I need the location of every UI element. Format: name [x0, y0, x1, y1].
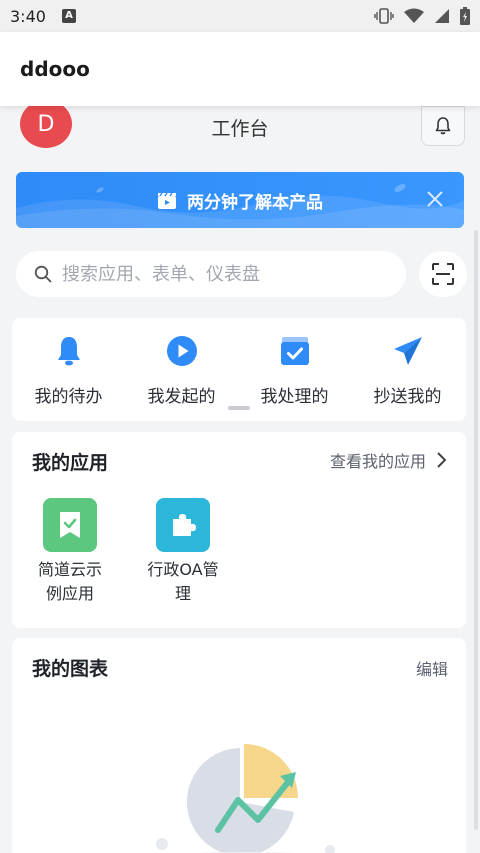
scan-icon — [432, 263, 454, 285]
workbench-topbar: D 工作台 — [0, 106, 480, 150]
app-header: ddooo — [0, 32, 480, 106]
quick-item-initiated[interactable]: 我发起的 — [125, 334, 238, 407]
bookmark-check-icon — [43, 498, 97, 552]
quick-item-label: 我的待办 — [34, 387, 103, 407]
app-tile-label: 行政OA管理 — [147, 560, 219, 603]
close-icon[interactable] — [424, 188, 446, 210]
app-tile-demo[interactable]: 简道云示 例应用 — [20, 498, 120, 606]
section-title: 我的图表 — [32, 658, 109, 680]
quick-item-label: 我处理的 — [260, 387, 329, 407]
search-bar[interactable] — [16, 251, 406, 297]
status-time: 3:40 — [10, 6, 46, 26]
page-indicator — [228, 406, 250, 410]
vibrate-icon — [374, 8, 394, 24]
view-my-apps-label: 查看我的应用 — [329, 452, 426, 471]
workbench-content[interactable]: D 工作台 两分钟了解本产品 搜索应用、表单、仪表盘 我的待办 我发起的 我处理… — [0, 106, 480, 853]
notification-a-icon: A — [61, 9, 76, 23]
puzzle-icon — [156, 498, 210, 552]
app-tile-oa[interactable]: 行政OA管理 — [133, 498, 233, 606]
scrollbar[interactable] — [474, 230, 478, 830]
app-tile-label: 简道云示 例应用 — [37, 560, 102, 603]
scan-button[interactable] — [419, 251, 467, 297]
app-title: ddooo — [20, 57, 90, 81]
paper-plane-icon — [393, 337, 422, 365]
status-bar: 3:40 A — [0, 0, 480, 32]
quick-item-label: 我发起的 — [147, 387, 216, 407]
play-circle-icon — [166, 336, 197, 366]
search-icon — [34, 265, 52, 283]
section-title: 我的应用 — [32, 452, 109, 474]
my-charts-card: 我的图表 编辑 — [12, 638, 466, 853]
view-my-apps-link[interactable]: 查看我的应用 — [330, 448, 448, 472]
search-input[interactable] — [62, 263, 382, 285]
signal-icon — [435, 9, 449, 23]
quick-item-label: 抄送我的 — [373, 387, 442, 407]
wifi-icon — [404, 8, 424, 23]
status-icons — [374, 7, 470, 25]
bell-icon — [57, 337, 80, 366]
quick-item-handled[interactable]: 我处理的 — [238, 334, 351, 407]
bell-outline-icon — [435, 117, 451, 135]
video-clapper-icon — [158, 192, 176, 209]
notification-button[interactable] — [421, 106, 465, 146]
calendar-check-icon — [280, 337, 309, 365]
edit-button[interactable]: 编辑 — [416, 656, 448, 680]
empty-chart-illustration — [156, 744, 335, 853]
banner-text: 两分钟了解本产品 — [187, 192, 323, 213]
quick-actions-card: 我的待办 我发起的 我处理的 抄送我的 — [12, 318, 466, 421]
intro-banner[interactable]: 两分钟了解本产品 — [16, 172, 464, 228]
my-apps-card: 我的应用 查看我的应用 简道云示 例应用 行政OA管 理 — [12, 432, 466, 628]
quick-item-cc[interactable]: 抄送我的 — [351, 334, 464, 407]
chevron-right-icon — [437, 452, 447, 468]
page-title: 工作台 — [211, 118, 269, 140]
battery-icon — [460, 7, 470, 25]
quick-item-todo[interactable]: 我的待办 — [12, 334, 125, 407]
